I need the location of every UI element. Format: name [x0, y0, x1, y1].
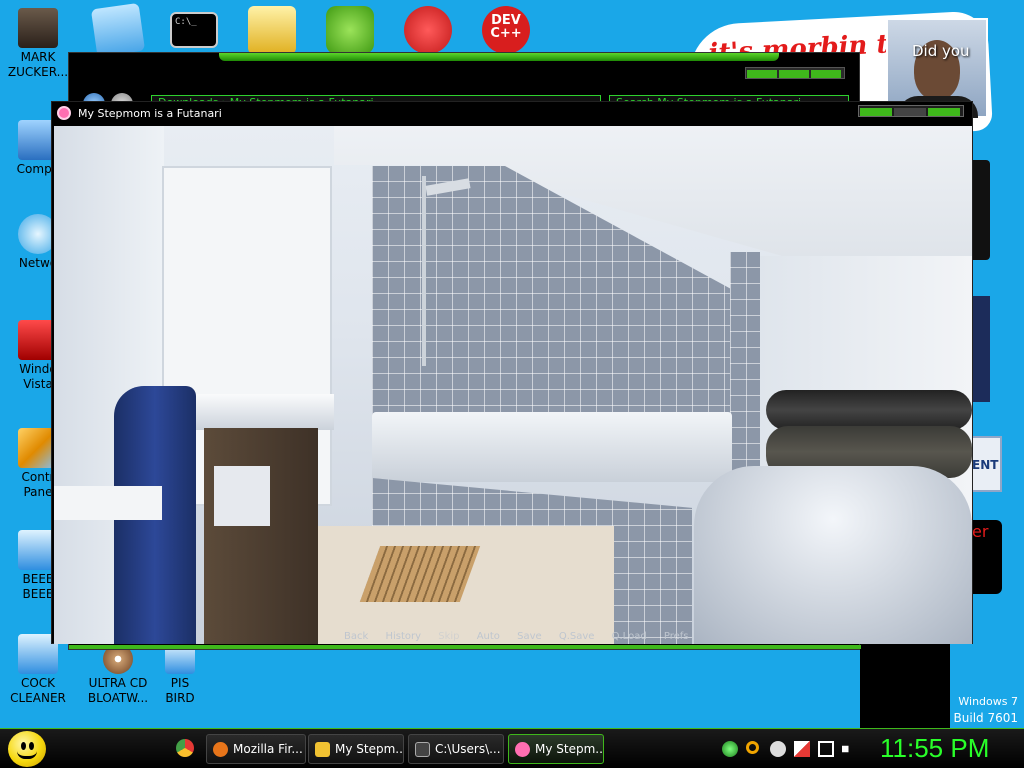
menu-quick-save[interactable]: Q.Save [559, 631, 595, 642]
minimize-button[interactable] [860, 108, 892, 116]
taskbar-button-explorer[interactable]: My Stepm... [308, 734, 404, 764]
desktop-icon-label: PIS BIRD [165, 676, 195, 705]
start-button[interactable] [8, 731, 46, 767]
desktop-icon-label: MARK ZUCKER... [7, 50, 69, 79]
firefox-icon [213, 742, 228, 757]
bad-piggies-icon[interactable] [326, 6, 374, 54]
desktop-icon-mark-zucker[interactable]: MARK ZUCKER... [0, 8, 76, 80]
menu-back[interactable]: Back [344, 631, 368, 642]
windows-watermark: Windows 7 Build 7601 [954, 694, 1018, 726]
desktop-icon-label: COCK CLEANER [10, 676, 66, 705]
chat-tray-icon[interactable] [770, 741, 786, 757]
maximize-button[interactable] [894, 108, 926, 116]
taskbar-button-firefox[interactable]: Mozilla Fir... [206, 734, 306, 764]
taskbar-button-game[interactable]: My Stepm... [508, 734, 604, 764]
er-label: er [972, 522, 989, 541]
game-scene[interactable]: Back History Skip Auto Save Q.Save Q.Loa… [54, 126, 972, 644]
desktop-icon-pis-bird[interactable]: PIS BIRD [150, 644, 210, 706]
taskbar-button-label: My Stepm... [335, 742, 404, 756]
renpy-icon [57, 106, 71, 120]
menu-prefs[interactable]: Prefs [664, 631, 689, 642]
desktop-icon-label: ULTRA CD BLOATW... [87, 676, 149, 705]
menu-auto[interactable]: Auto [477, 631, 500, 642]
chrome-icon[interactable] [176, 739, 194, 757]
watermark-os: Windows 7 [958, 695, 1018, 708]
towel-rail [54, 486, 162, 520]
ent-label: ENT [972, 458, 999, 472]
taskbar-button-cmd[interactable]: C:\Users\... [408, 734, 504, 764]
menu-quick-load[interactable]: Q.Load [612, 631, 647, 642]
cmd-icon [415, 742, 430, 757]
network-tray-icon[interactable] [722, 741, 738, 757]
taskbar-button-label: C:\Users\... [435, 742, 501, 756]
folder-icon[interactable] [248, 6, 296, 54]
taskbar: Mozilla Fir... My Stepm... C:\Users\... … [0, 728, 1024, 768]
titlebar-accent [219, 53, 779, 61]
menu-skip[interactable]: Skip [438, 631, 459, 642]
background-window-right [860, 644, 950, 728]
close-button[interactable] [928, 108, 960, 116]
toilet [694, 466, 972, 644]
game-window[interactable]: My Stepmom is a Futanari Back History Sk… [51, 101, 973, 644]
desktop-icon-cock-cleaner[interactable]: COCK CLEANER [0, 634, 76, 706]
window-bottom-border [69, 645, 861, 649]
clock[interactable]: 11:55 PM [880, 733, 989, 764]
quick-menu: Back History Skip Auto Save Q.Save Q.Loa… [344, 631, 703, 642]
volume-icon[interactable] [842, 741, 855, 757]
window-title: My Stepmom is a Futanari [78, 107, 222, 120]
shower-pipe [422, 176, 426, 366]
cabinet-drawer [214, 466, 270, 526]
network-status-icon[interactable] [818, 741, 834, 757]
search-tray-icon[interactable] [746, 741, 759, 754]
bath-mat [359, 546, 481, 602]
photo-caption: Did you [912, 42, 970, 60]
watermark-build: Build 7601 [953, 711, 1018, 725]
desktop-icon-ultra-cd[interactable]: ULTRA CD BLOATW... [78, 644, 158, 706]
flag-tray-icon[interactable] [794, 741, 810, 757]
menu-history[interactable]: History [385, 631, 421, 642]
person-icon [18, 8, 58, 48]
titlebar[interactable]: My Stepmom is a Futanari [52, 102, 972, 126]
renpy-icon [515, 742, 530, 757]
cabinet [204, 428, 318, 644]
window-controls[interactable] [745, 67, 845, 79]
cmd-icon[interactable]: C:\_ [170, 12, 218, 48]
dev-cpp-icon[interactable]: DEV C++ [482, 6, 530, 54]
bathtub [372, 412, 732, 482]
towel-dark [766, 390, 972, 430]
taskbar-button-label: Mozilla Fir... [233, 742, 303, 756]
folder-icon [315, 742, 330, 757]
taskbar-button-label: My Stepm... [535, 742, 604, 756]
picasa-icon[interactable] [404, 6, 452, 54]
window-controls[interactable] [858, 105, 964, 117]
notes-icon[interactable] [90, 2, 146, 58]
menu-save[interactable]: Save [517, 631, 542, 642]
